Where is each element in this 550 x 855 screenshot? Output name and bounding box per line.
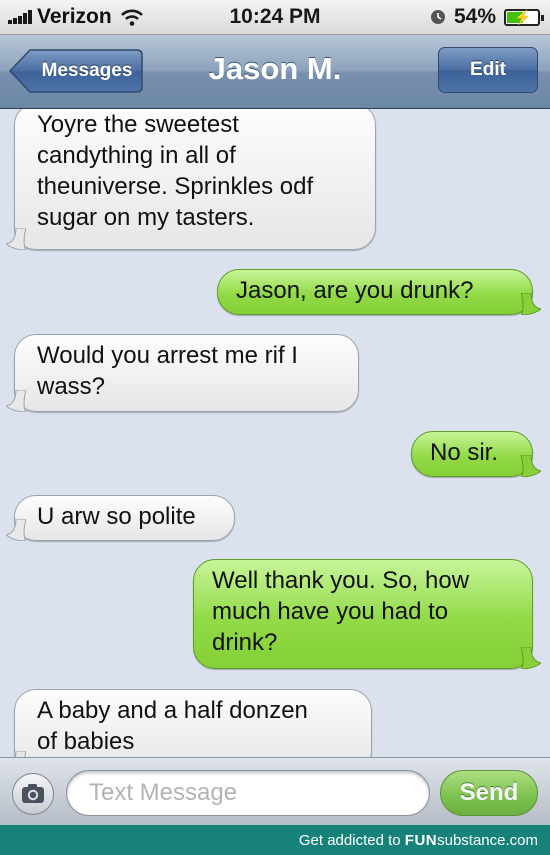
conversation-area[interactable]: Yoyre the sweetest candything in all of …	[0, 109, 550, 757]
bubble-tail	[6, 390, 26, 412]
message-line: sugar on my tasters.	[37, 204, 255, 231]
bubble-tail	[6, 519, 26, 541]
message-line: U arw so polite	[37, 503, 196, 530]
message-line: wass?	[37, 373, 106, 400]
footer-brand-bold: FUN	[404, 832, 438, 849]
message-bubble-received: Yoyre the sweetest candything in all of …	[6, 109, 376, 250]
bubble-tail	[521, 293, 541, 315]
battery-charging-icon: ⚡	[504, 8, 544, 26]
message-bubble-sent: Jason, are you drunk?	[217, 269, 541, 315]
status-bar: Verizon 10:24 PM 54% ⚡	[0, 0, 550, 35]
message-input-bar: Text Message Send	[0, 757, 550, 826]
message-line: Would you arrest me rif I	[37, 342, 298, 369]
footer-text: Get addicted to	[298, 832, 401, 849]
camera-button[interactable]	[12, 773, 54, 815]
message-line: Jason, are you drunk?	[236, 277, 474, 304]
message-bubble-received: Would you arrest me rif I wass?	[6, 334, 359, 412]
message-line: No sir.	[430, 439, 499, 466]
message-bubble-sent: No sir.	[411, 431, 541, 477]
message-line: Yoyre the sweetest	[37, 111, 239, 138]
message-line: much have you had to	[212, 598, 449, 625]
bubble-tail	[521, 647, 541, 669]
message-line: of babies	[37, 728, 135, 755]
edit-button[interactable]: Edit	[438, 47, 538, 93]
message-bubble-received: A baby and a half donzen of babies	[14, 689, 372, 757]
message-line: theuniverse. Sprinkles odf	[37, 173, 314, 200]
bubble-tail	[6, 228, 26, 250]
send-button[interactable]: Send	[440, 770, 538, 816]
message-line: A baby and a half donzen	[37, 697, 308, 724]
camera-icon	[22, 784, 44, 803]
message-line: Well thank you. So, how	[212, 567, 470, 594]
battery-percent: 54%	[453, 5, 496, 28]
nav-bar: Messages Jason M. Edit	[0, 35, 550, 109]
clock-icon	[430, 10, 445, 24]
message-line: candything in all of	[37, 142, 236, 169]
bubble-tail	[521, 455, 541, 477]
message-bubble-received: U arw so polite	[6, 495, 235, 541]
message-bubble-sent: Well thank you. So, how much have you ha…	[193, 559, 541, 669]
message-line: drink?	[212, 629, 278, 656]
watermark-footer: Get addicted to FUNsubstance.com	[0, 825, 550, 855]
footer-brand-rest: substance.com	[437, 832, 538, 849]
text-message-input[interactable]: Text Message	[66, 770, 430, 816]
